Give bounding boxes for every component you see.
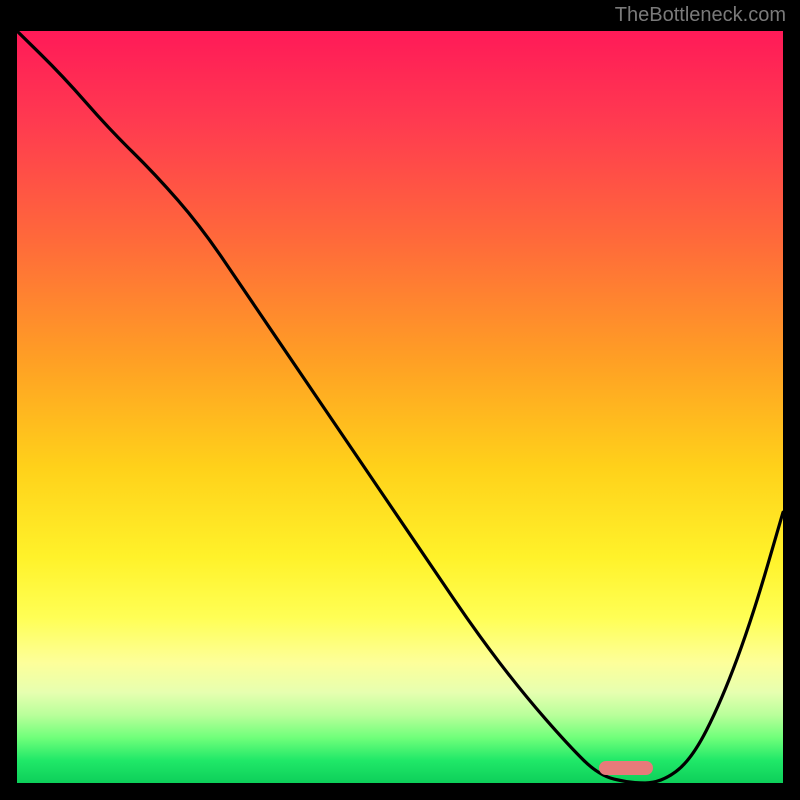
bottleneck-curve	[17, 31, 783, 783]
chart-frame	[14, 28, 786, 786]
optimal-range-marker	[599, 761, 653, 775]
watermark-text: TheBottleneck.com	[615, 4, 786, 27]
curve-path	[17, 31, 783, 783]
